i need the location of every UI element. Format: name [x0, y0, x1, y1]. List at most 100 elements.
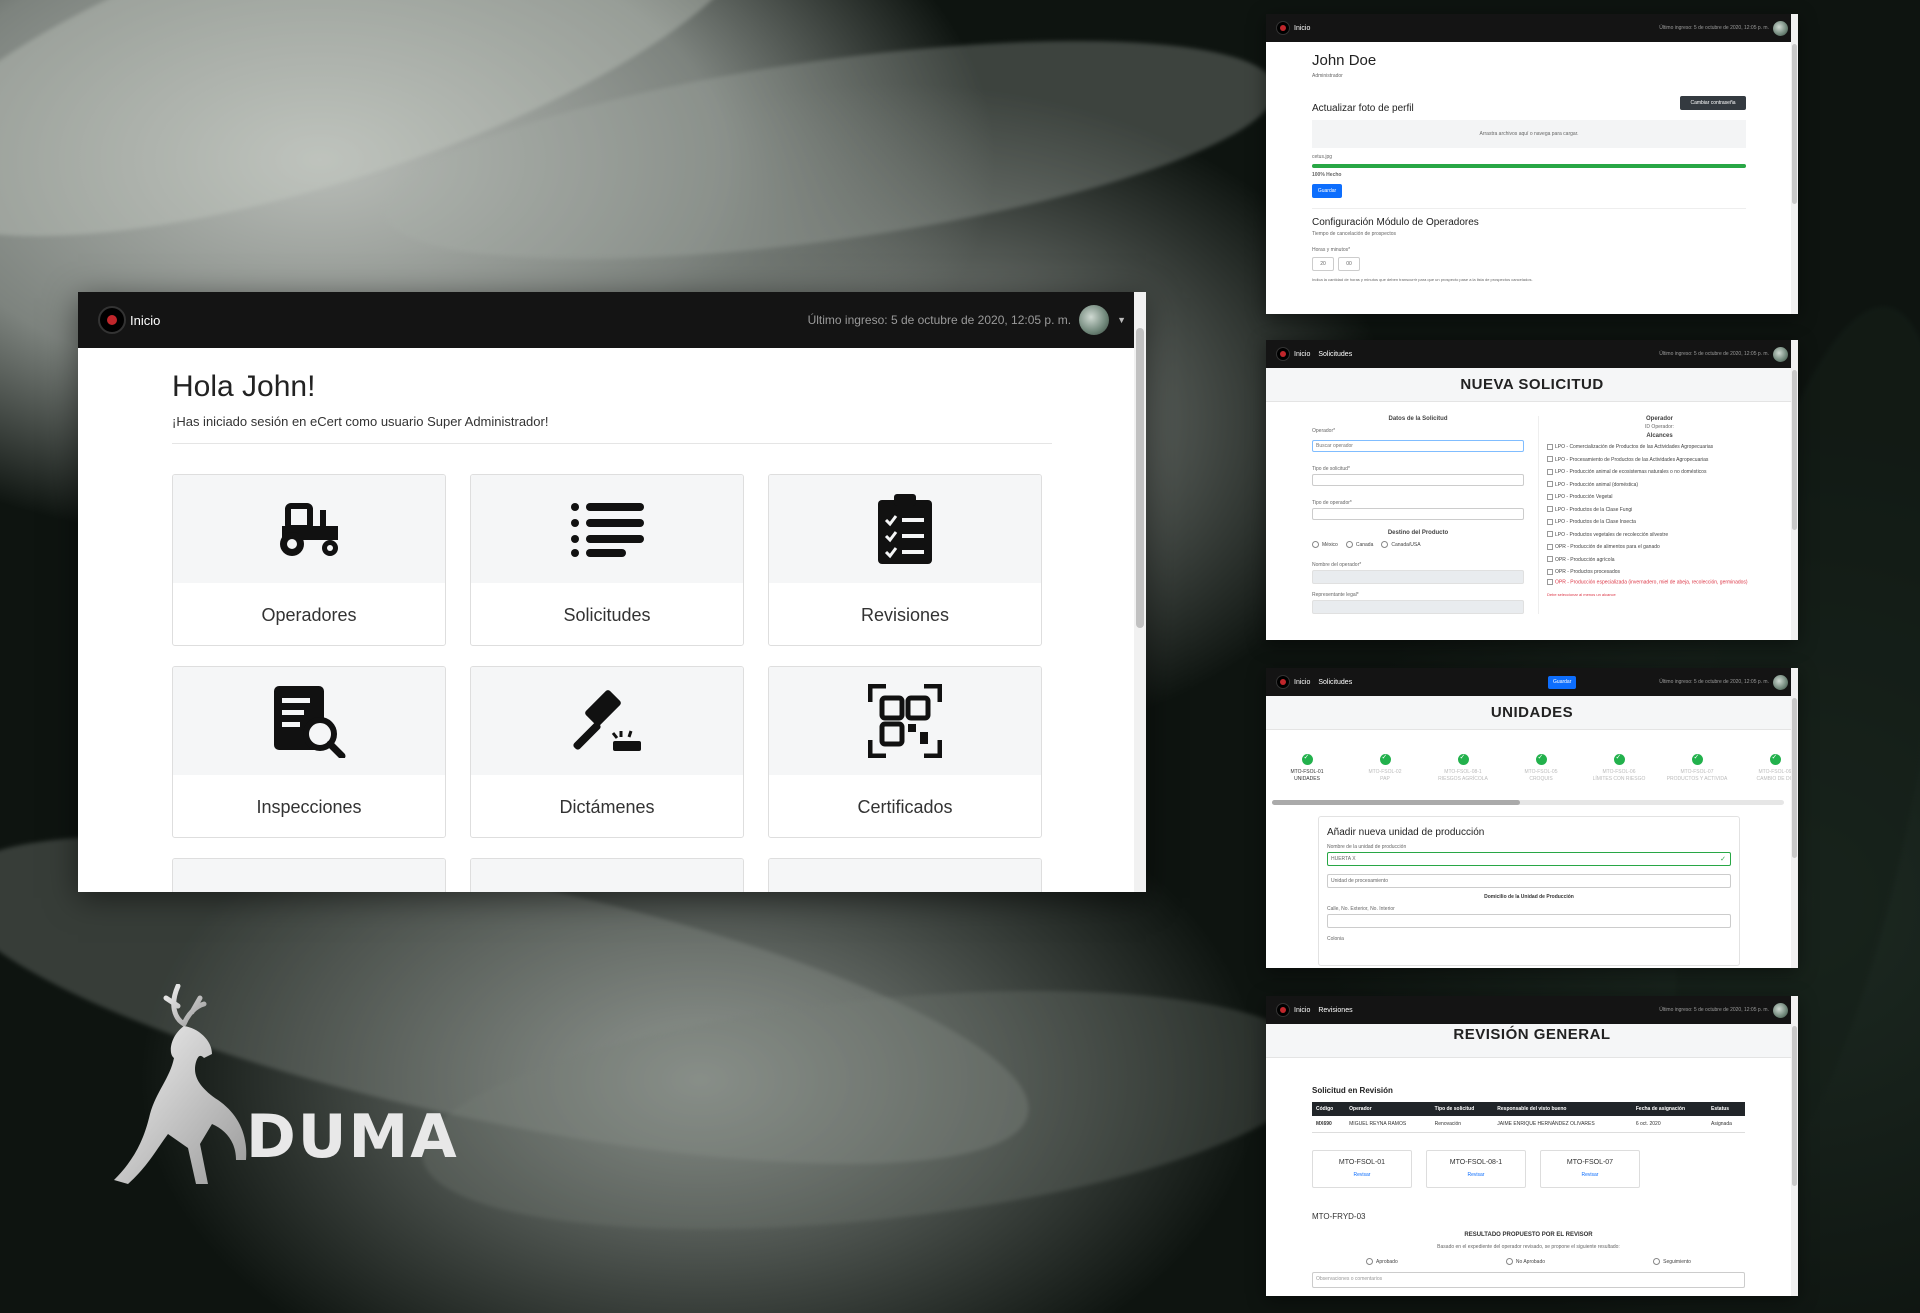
tipo-solicitud-select[interactable]	[1312, 474, 1524, 486]
scrollbar[interactable]	[1791, 340, 1798, 640]
step-mto-fsol-02[interactable]: MTO-FSOL-02PAP	[1350, 753, 1420, 782]
save-button[interactable]: Guardar	[1312, 184, 1342, 198]
card-solicitudes[interactable]: Solicitudes	[470, 474, 744, 646]
card-certificados[interactable]: Certificados	[768, 666, 1042, 838]
uploaded-file-name: cetus.jpg	[1312, 154, 1333, 160]
list-icon	[571, 503, 644, 557]
alcance-checkbox[interactable]: LPO - Productos de la Clase Fungi	[1547, 504, 1772, 517]
file-dropzone[interactable]: Arrastra archivos aquí o navega para car…	[1312, 120, 1746, 148]
ecert-logo-icon[interactable]	[1276, 675, 1290, 689]
resultado-title: RESULTADO PROPUESTO POR EL REVISOR	[1464, 1232, 1593, 1238]
card-more[interactable]	[470, 858, 744, 892]
nav-brand[interactable]: Inicio	[1294, 25, 1310, 32]
table-row[interactable]: MX690 MIGUEL REYNA RAMOS Renovación JAIM…	[1312, 1116, 1745, 1133]
alcance-checkbox[interactable]: LPO - Procesamiento de Productos de las …	[1547, 454, 1772, 467]
card-more[interactable]	[768, 858, 1042, 892]
table-cell: JAIME ENRIQUE HERNÁNDEZ OLIVARES	[1493, 1116, 1632, 1133]
card-dictamenes[interactable]: Dictámenes	[470, 666, 744, 838]
step-mto-fsol-09[interactable]: MTO-FSOL-09CAMBIO DE DO	[1740, 753, 1798, 782]
tipo-operador-select[interactable]	[1312, 508, 1524, 520]
step-mto-fsol-01[interactable]: MTO-FSOL-01UNIDADES	[1272, 753, 1342, 782]
datos-title: Datos de la Solicitud	[1388, 416, 1448, 422]
radio-seguimiento[interactable]: Seguimiento	[1653, 1258, 1691, 1265]
alcance-checkbox[interactable]: LPO - Productos vegetales de recolección…	[1547, 529, 1772, 542]
alcance-checkbox[interactable]: OPR - Producción de alimentos para el ga…	[1547, 541, 1772, 554]
nombre-operador-field	[1312, 570, 1524, 584]
profile-role: Administrador	[1312, 73, 1343, 79]
card-revisiones[interactable]: Revisiones	[768, 474, 1042, 646]
unit-name-input[interactable]: HUERTA X ✓	[1327, 852, 1731, 866]
step-mto-fsol-05[interactable]: MTO-FSOL-05CROQUIS	[1506, 753, 1576, 782]
nav-brand[interactable]: Inicio	[1294, 679, 1310, 686]
scrollbar[interactable]	[1791, 668, 1798, 968]
alcance-checkbox[interactable]: OPR - Producción agrícola	[1547, 554, 1772, 567]
card-operadores[interactable]: Operadores	[172, 474, 446, 646]
page-scrollbar[interactable]	[1134, 292, 1146, 892]
revisar-link[interactable]: Revisar	[1313, 1172, 1411, 1178]
navbar: Inicio Solicitudes Último ingreso: 5 de …	[1266, 340, 1798, 368]
scrollbar[interactable]	[1791, 996, 1798, 1296]
ecert-logo-icon[interactable]	[1276, 1003, 1290, 1017]
avatar[interactable]	[1773, 346, 1788, 362]
radio-no-aprobado[interactable]: No Aprobado	[1506, 1258, 1545, 1265]
avatar[interactable]	[1773, 20, 1788, 36]
review-table: Código Operador Tipo de solicitud Respon…	[1312, 1102, 1745, 1133]
radio-aprobado[interactable]: Aprobado	[1366, 1258, 1398, 1265]
alcance-checkbox[interactable]: LPO - Producción Vegetal	[1547, 491, 1772, 504]
unit-type-select[interactable]: Unidad de procesamiento	[1327, 874, 1731, 888]
alcance-checkbox[interactable]: OPR - Productos procesados	[1547, 566, 1772, 579]
ecert-logo-icon[interactable]	[1276, 21, 1290, 35]
card-inspecciones[interactable]: Inspecciones	[172, 666, 446, 838]
navbar: Inicio Revisiones Último ingreso: 5 de o…	[1266, 996, 1798, 1024]
revisar-link[interactable]: Revisar	[1427, 1172, 1525, 1178]
alcance-checkbox[interactable]: OPR - Producción especializada (invernad…	[1547, 579, 1772, 586]
change-password-button[interactable]: Cambiar contraseña	[1680, 96, 1746, 110]
hours-input[interactable]: 20	[1312, 257, 1334, 271]
destino-radio-canada-usa[interactable]: Canada/USA	[1381, 541, 1420, 548]
avatar[interactable]	[1079, 305, 1110, 335]
step-mto-fsol-08-1[interactable]: MTO-FSOL-08-1RIESGOS AGRÍCOLA	[1428, 753, 1498, 782]
scrollbar[interactable]	[1791, 14, 1798, 314]
destino-title: Destino del Producto	[1387, 530, 1449, 536]
revisar-link[interactable]: Revisar	[1541, 1172, 1639, 1178]
ecert-logo-icon[interactable]	[98, 306, 126, 334]
nav-brand[interactable]: Inicio	[1294, 351, 1310, 358]
ecert-logo-icon[interactable]	[1276, 347, 1290, 361]
alcance-checkbox[interactable]: LPO - Comercialización de Productos de l…	[1547, 441, 1772, 454]
nav-crumb[interactable]: Solicitudes	[1318, 679, 1352, 686]
progress-text: 100% Hecho	[1312, 172, 1342, 178]
alcance-checkbox[interactable]: LPO - Producción animal (doméstica)	[1547, 479, 1772, 492]
table-header: Responsable del visto bueno	[1493, 1102, 1632, 1116]
save-button[interactable]: Guardar	[1548, 675, 1577, 689]
subtitle: Solicitud en Revisión	[1312, 1086, 1393, 1095]
nav-brand[interactable]: Inicio	[1294, 1007, 1310, 1014]
table-header: Fecha de asignación	[1631, 1102, 1708, 1116]
page-title: REVISIÓN GENERAL	[1266, 1024, 1798, 1058]
duma-wordmark: DUMA	[246, 1102, 459, 1172]
nav-brand[interactable]: Inicio	[130, 313, 160, 328]
operador-search-input[interactable]	[1312, 440, 1524, 452]
page-subtitle: ¡Has iniciado sesión en eCert como usuar…	[172, 414, 1052, 444]
form-card: MTO-FSOL-08-1 Revisar	[1426, 1150, 1526, 1188]
domicilio-title: Domicilio de la Unidad de Producción	[1484, 894, 1574, 900]
chevron-down-icon[interactable]: ▼	[1117, 315, 1126, 325]
destino-radio-mexico[interactable]: México	[1312, 541, 1338, 548]
card-more[interactable]	[172, 858, 446, 892]
step-mto-fsol-07[interactable]: MTO-FSOL-07PRODUCTOS Y ACTIVIDA	[1662, 753, 1732, 782]
nav-crumb[interactable]: Revisiones	[1318, 1007, 1352, 1014]
table-cell: Asignada	[1707, 1116, 1745, 1133]
step-mto-fsol-06[interactable]: MTO-FSOL-06LÍMITES CON RIESGO	[1584, 753, 1654, 782]
unidades-window: Inicio Solicitudes Guardar Último ingres…	[1266, 668, 1798, 968]
steps-scrollbar[interactable]	[1272, 800, 1784, 805]
avatar[interactable]	[1773, 674, 1788, 690]
destino-radio-canada[interactable]: Canada	[1346, 541, 1374, 548]
alcance-checkbox[interactable]: LPO - Producción animal de ecosistemas n…	[1547, 466, 1772, 479]
alcance-checkbox[interactable]: LPO - Productos de la Clase Insecta	[1547, 516, 1772, 529]
avatar[interactable]	[1773, 1002, 1788, 1018]
form-code: MTO-FSOL-07	[1566, 1159, 1614, 1166]
calle-input[interactable]	[1327, 914, 1731, 928]
nav-crumb[interactable]: Solicitudes	[1318, 351, 1352, 358]
minutes-input[interactable]: 00	[1338, 257, 1360, 271]
observaciones-textarea[interactable]: Observaciones o comentarios	[1312, 1272, 1745, 1288]
table-cell: MX690	[1312, 1116, 1346, 1133]
